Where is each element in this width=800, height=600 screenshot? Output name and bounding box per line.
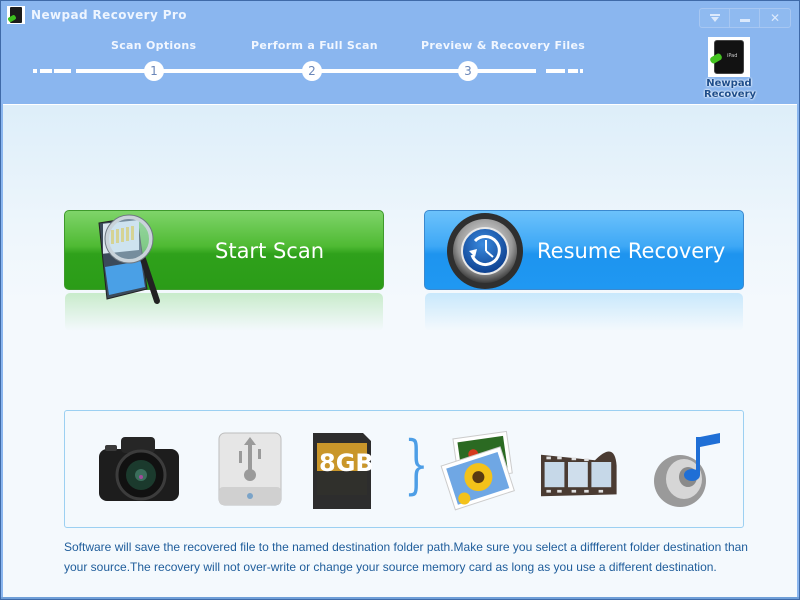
- destination-notice: Software will save the recovered file to…: [64, 540, 748, 574]
- resume-recovery-label: Resume Recovery: [537, 239, 726, 263]
- camera-icon: [99, 437, 179, 501]
- track-dash: [40, 69, 52, 73]
- menu-button[interactable]: [700, 9, 730, 27]
- sd-card-icon: 8GB: [313, 433, 374, 509]
- track-dash: [54, 69, 71, 73]
- close-button[interactable]: ✕: [760, 9, 790, 27]
- step-1-marker: 1: [144, 61, 164, 81]
- track-dash: [568, 69, 578, 73]
- resume-recovery-button[interactable]: Resume Recovery: [424, 210, 744, 331]
- step-label-preview-recovery: Preview & Recovery Files: [421, 39, 586, 52]
- ipad-icon: iPad: [708, 37, 750, 77]
- history-clock-icon: [447, 213, 523, 289]
- window-title: Newpad Recovery Pro: [31, 8, 187, 22]
- track-dash: [546, 69, 565, 73]
- app-window: Newpad Recovery Pro ✕ Scan Options Perfo…: [0, 0, 800, 600]
- minimize-icon: [739, 18, 750, 22]
- shortcut-caption-line2: Recovery: [704, 89, 757, 100]
- music-speaker-icon: [654, 433, 720, 507]
- supported-devices-panel: 8GB }: [64, 410, 744, 528]
- shortcut-caption: Newpad Recovery: [704, 78, 757, 100]
- app-icon: [7, 6, 25, 24]
- wizard-steps: Scan Options Perform a Full Scan Preview…: [1, 31, 601, 91]
- window-bottom-border: [1, 597, 799, 599]
- sd-card-capacity: 8GB: [319, 449, 374, 477]
- step-3-marker: 3: [458, 61, 478, 81]
- title-bar: Newpad Recovery Pro ✕: [1, 1, 799, 31]
- minimize-button[interactable]: [730, 9, 760, 27]
- track-dash: [33, 69, 37, 73]
- step-label-full-scan: Perform a Full Scan: [251, 39, 378, 52]
- ipad-label: iPad: [727, 53, 738, 59]
- newpad-recovery-shortcut[interactable]: iPad Newpad Recovery: [704, 37, 757, 100]
- main-content: Start Scan Resume Recovery 8GB} Softwar…: [3, 104, 797, 599]
- start-scan-label: Start Scan: [215, 239, 325, 263]
- step-2-marker: 2: [302, 61, 322, 81]
- photo-icon: [440, 430, 515, 511]
- usb-drive-icon: [218, 432, 282, 506]
- dropdown-menu-icon: [709, 14, 720, 22]
- memory-card-magnifier-icon: [98, 214, 160, 304]
- track-dash: [580, 69, 583, 73]
- start-scan-button[interactable]: Start Scan: [64, 210, 384, 331]
- step-label-scan-options: Scan Options: [111, 39, 197, 52]
- brace-divider: }: [404, 428, 429, 502]
- film-reel-icon: [541, 451, 617, 497]
- shortcut-caption-line1: Newpad: [706, 78, 752, 89]
- close-icon: ✕: [769, 11, 781, 25]
- window-controls: ✕: [699, 8, 791, 28]
